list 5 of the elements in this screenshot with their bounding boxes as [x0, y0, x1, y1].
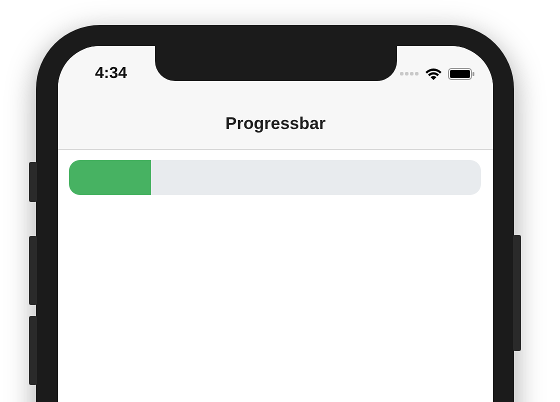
- status-time: 4:34: [95, 65, 128, 83]
- nav-title: Progressbar: [225, 114, 326, 134]
- battery-icon: [448, 68, 475, 80]
- signal-icon: [400, 72, 419, 76]
- wifi-icon: [425, 68, 442, 80]
